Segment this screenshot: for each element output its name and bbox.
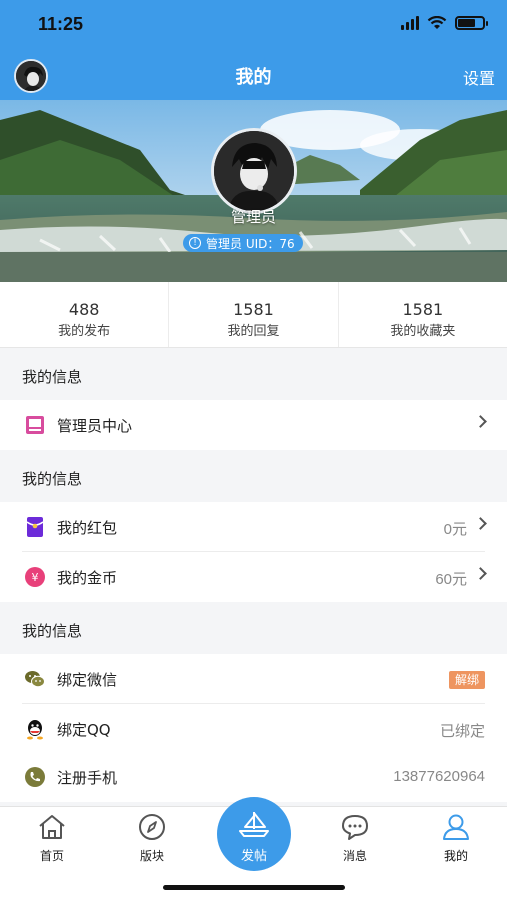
- stat-value: 1581: [233, 300, 274, 319]
- avatar-illustration-icon: [214, 131, 294, 211]
- chat-bubble-icon: [342, 815, 368, 840]
- home-icon: [39, 815, 65, 839]
- row-label: 我的金币: [57, 569, 118, 587]
- settings-button[interactable]: 设置: [463, 65, 495, 89]
- stat-replies[interactable]: 1581 我的回复: [169, 282, 339, 347]
- stat-value: 488: [68, 300, 100, 319]
- row-value: 60元: [435, 571, 467, 588]
- stat-value: 1581: [402, 300, 444, 319]
- coin-icon: ¥: [25, 567, 45, 587]
- section-header: 我的信息: [0, 348, 507, 400]
- red-packet-icon: [26, 517, 44, 537]
- tab-mine[interactable]: 我的: [426, 813, 486, 864]
- section-header: 我的信息: [0, 450, 507, 502]
- stat-label: 我的发布: [58, 324, 111, 339]
- user-icon: [443, 814, 469, 840]
- nav-bar: 我的 设置: [0, 48, 507, 100]
- stat-label: 我的回复: [227, 324, 280, 339]
- tab-label: 首页: [39, 849, 64, 863]
- tab-label: 版块: [139, 849, 164, 863]
- phone-row[interactable]: 注册手机 13877620964: [0, 752, 507, 802]
- svg-text:¥: ¥: [32, 571, 39, 584]
- battery-icon: [455, 16, 488, 30]
- chevron-right-icon: [474, 415, 487, 428]
- row-value: 13877620964: [393, 768, 485, 785]
- uid-badge-text: 管理员 UID：76: [206, 236, 295, 251]
- tab-label: 消息: [342, 849, 367, 863]
- stat-posts[interactable]: 488 我的发布: [0, 282, 170, 347]
- post-button-label: 发帖: [240, 849, 267, 864]
- red-packet-row[interactable]: 我的红包 0元: [0, 502, 507, 552]
- chevron-right-icon: [474, 567, 487, 580]
- status-bar: 11:25: [0, 0, 507, 48]
- coin-row[interactable]: ¥ 我的金币 60元: [0, 552, 507, 602]
- row-label: 我的红包: [57, 519, 118, 537]
- uid-badge: ! 管理员 UID：76: [183, 234, 303, 252]
- row-label: 绑定微信: [57, 671, 118, 689]
- tab-home[interactable]: 首页: [22, 813, 82, 864]
- compass-icon: [139, 814, 165, 840]
- tab-boards[interactable]: 版块: [122, 813, 182, 864]
- row-value: 已绑定: [439, 723, 485, 740]
- page-title: 我的: [235, 67, 272, 88]
- row-label: 注册手机: [57, 769, 118, 787]
- user-nickname: 管理员: [230, 208, 276, 226]
- wifi-icon: [427, 16, 447, 29]
- wechat-icon: [25, 671, 45, 688]
- admin-center-icon: [26, 416, 44, 434]
- unbind-button[interactable]: 解绑: [448, 671, 485, 689]
- stat-label: 我的收藏夹: [390, 324, 456, 339]
- info-icon: !: [189, 237, 201, 249]
- tab-messages[interactable]: 消息: [325, 813, 385, 864]
- post-button[interactable]: 发帖: [217, 797, 291, 871]
- chevron-right-icon: [474, 517, 487, 530]
- signal-icon: [401, 16, 419, 30]
- admin-center-row[interactable]: 管理员中心: [0, 400, 507, 450]
- tab-bar: 首页 版块 发帖 消息 我的: [0, 797, 507, 900]
- sailboat-icon: [239, 812, 269, 837]
- qq-icon: [27, 720, 43, 740]
- section-header: 我的信息: [0, 602, 507, 654]
- row-label: 绑定QQ: [57, 721, 111, 739]
- row-value: 0元: [443, 521, 467, 538]
- status-time: 11:25: [38, 14, 84, 34]
- user-avatar[interactable]: [211, 128, 297, 214]
- stats-bar: 488 我的发布 1581 我的回复 1581 我的收藏夹: [0, 282, 507, 348]
- qq-row[interactable]: 绑定QQ 已绑定: [0, 704, 507, 754]
- phone-icon: [25, 767, 45, 787]
- home-indicator: [163, 885, 345, 890]
- wechat-row[interactable]: 绑定微信 解绑: [0, 654, 507, 704]
- stat-favorites[interactable]: 1581 我的收藏夹: [339, 282, 507, 347]
- row-label: 管理员中心: [57, 417, 133, 435]
- profile-banner: 管理员 ! 管理员 UID：76: [0, 100, 507, 282]
- tab-label: 我的: [443, 849, 468, 863]
